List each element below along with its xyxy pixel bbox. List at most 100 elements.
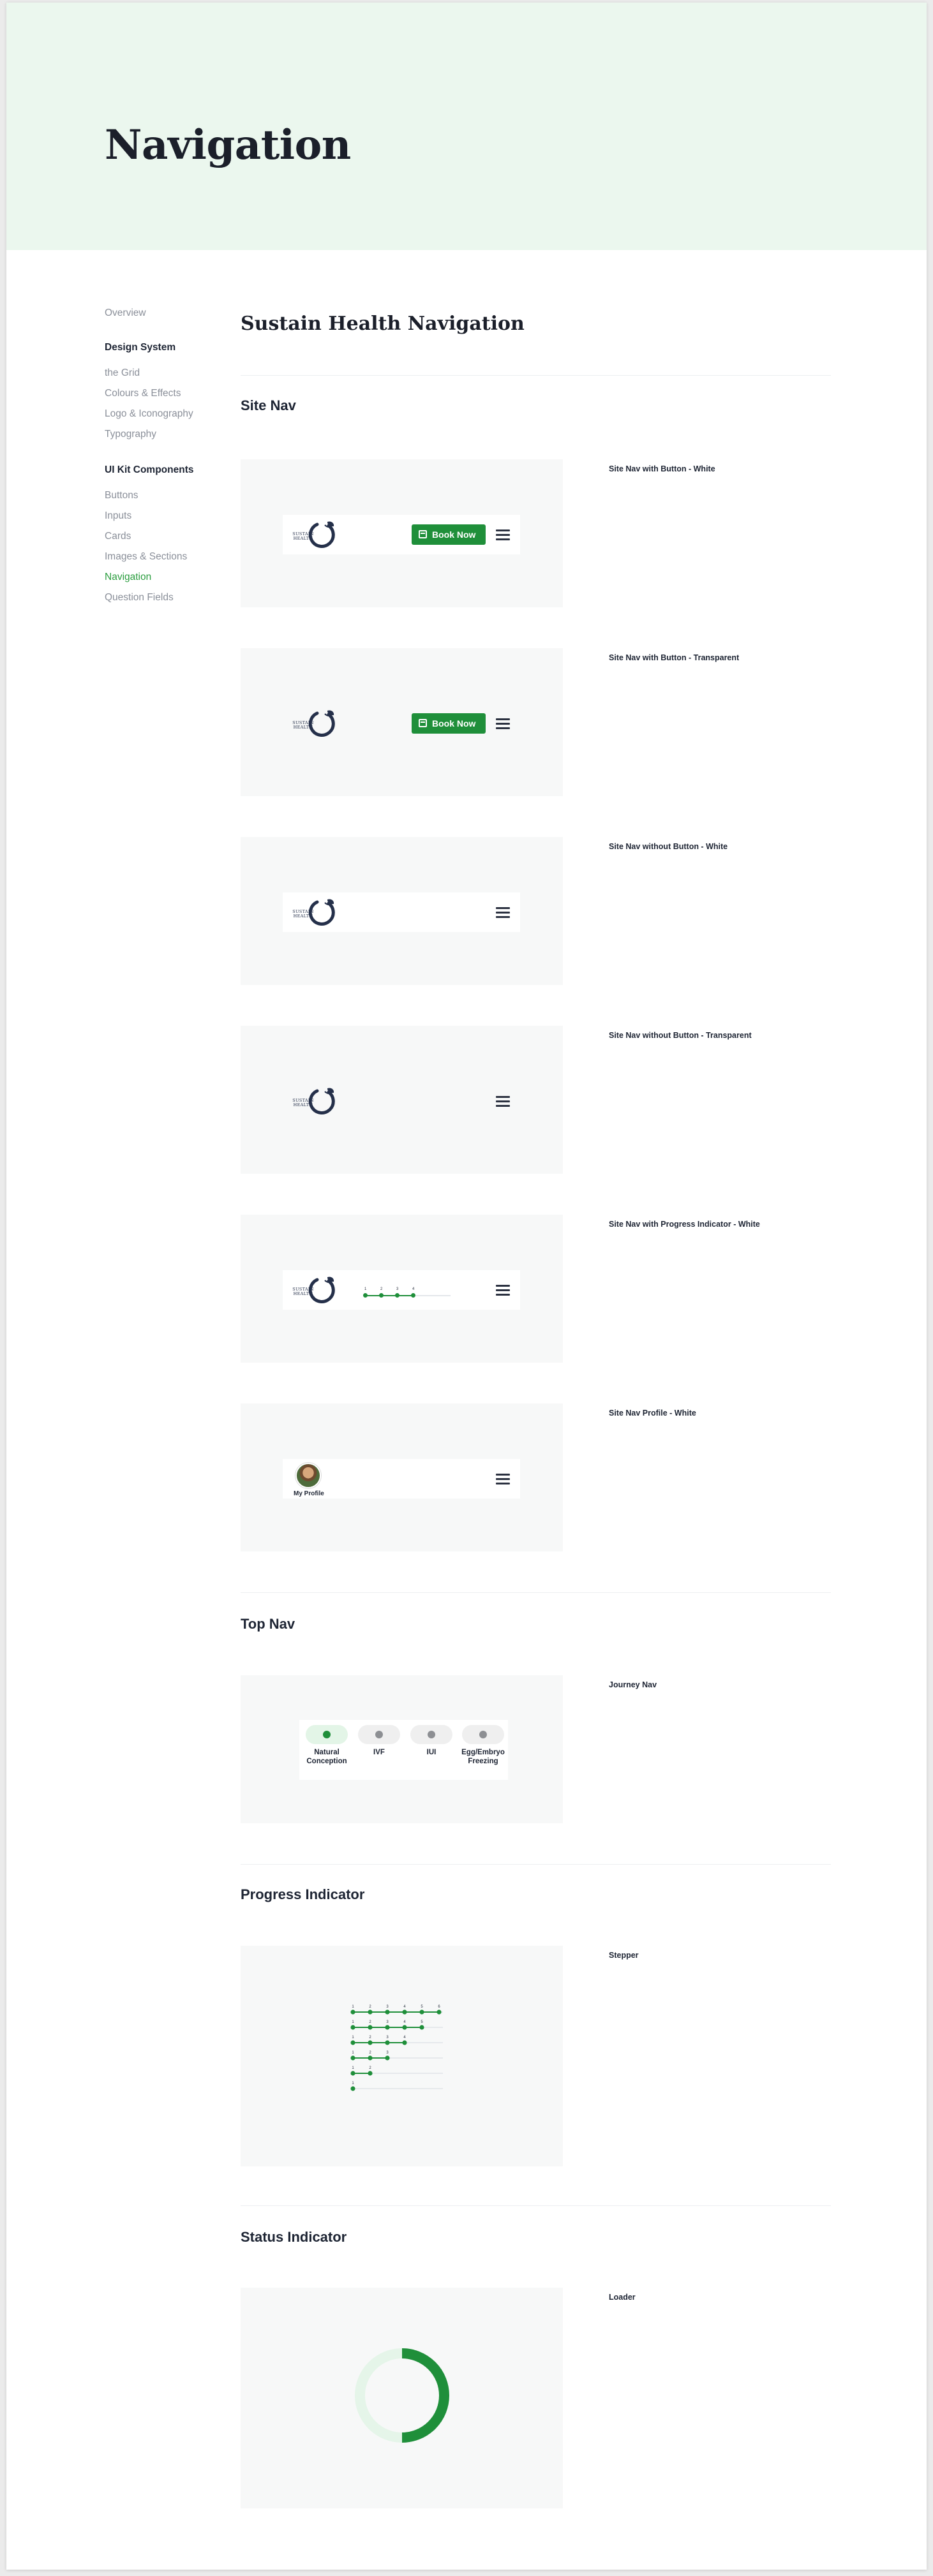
divider	[241, 1864, 831, 1865]
preview-loader	[241, 2288, 563, 2508]
variant-label: Site Nav Profile - White	[609, 1409, 696, 1418]
step-dot	[379, 1293, 384, 1298]
hero-banner: Navigation	[6, 3, 927, 250]
stepper-number: 5	[421, 2020, 423, 2024]
stepper-number: 1	[352, 2082, 354, 2085]
stepper-dot	[368, 2040, 373, 2045]
journey-pill[interactable]	[410, 1725, 452, 1744]
stepper-number: 4	[403, 2036, 406, 2039]
stepper-number: 1	[352, 2051, 354, 2055]
stepper-number: 3	[386, 2036, 389, 2039]
stepper-dot	[437, 2010, 442, 2015]
sustain-health-logo[interactable]: SUSTAIN HEALTH	[289, 1084, 340, 1118]
stepper-number: 6	[438, 2005, 440, 2009]
hamburger-menu-icon[interactable]	[496, 718, 510, 729]
site-nav-bar: SUSTAIN HEALTH	[283, 1081, 520, 1121]
hamburger-menu-icon[interactable]	[496, 907, 510, 918]
hamburger-menu-icon[interactable]	[496, 1284, 510, 1296]
sidebar-item-question-fields[interactable]: Question Fields	[105, 592, 174, 603]
sustain-health-logo[interactable]: SUSTAIN HEALTH	[289, 707, 340, 740]
section-title-status-indicator: Status Indicator	[241, 2229, 347, 2245]
stepper-number: 2	[369, 2020, 371, 2024]
stepper-dot	[368, 2071, 373, 2076]
stepper-svg: 1 2 3 4 5 6 1 2 3 4 5 1 2 3 4 1 2 3 1 2 1	[350, 2005, 443, 2091]
stepper-dot	[402, 2040, 407, 2045]
preview-site-nav-no-button-white: SUSTAIN HEALTH	[241, 837, 563, 985]
variant-label: Stepper	[609, 1951, 639, 1960]
content-title: Sustain Health Navigation	[241, 313, 525, 335]
profile-label[interactable]: My Profile	[294, 1490, 324, 1497]
stepper-number: 2	[369, 2066, 371, 2070]
stepper-number: 2	[369, 2005, 371, 2009]
stepper-dot	[368, 2025, 373, 2030]
stepper-number: 3	[386, 2051, 389, 2055]
radio-dot-icon	[479, 1731, 487, 1738]
variant-label: Site Nav without Button - Transparent	[609, 1031, 752, 1040]
preview-site-nav-progress-white: SUSTAIN HEALTH 1 2 3 4	[241, 1215, 563, 1363]
sidebar-item-colours[interactable]: Colours & Effects	[105, 388, 181, 399]
loader-arc	[401, 2348, 449, 2443]
preview-site-nav-button-transparent: SUSTAIN HEALTH Book Now	[241, 648, 563, 796]
variant-label: Site Nav with Button - White	[609, 464, 715, 473]
sustain-health-logo[interactable]: SUSTAIN HEALTH	[289, 1273, 340, 1307]
preview-site-nav-profile-white: My Profile	[241, 1403, 563, 1551]
preview-site-nav-no-button-transparent: SUSTAIN HEALTH	[241, 1026, 563, 1174]
stepper-number: 2	[369, 2036, 371, 2039]
sustain-health-logo[interactable]: SUSTAIN HEALTH	[289, 896, 340, 929]
stepper-number: 4	[403, 2020, 406, 2024]
stepper-number: 2	[369, 2051, 371, 2055]
stepper-number: 1	[352, 2066, 354, 2070]
stepper-number: 1	[352, 2020, 354, 2024]
page-title: Navigation	[105, 121, 351, 169]
preview-site-nav-button-white: SUSTAIN HEALTH Book Now	[241, 459, 563, 607]
hamburger-menu-icon[interactable]	[496, 1473, 510, 1484]
site-nav-bar: SUSTAIN HEALTH	[283, 892, 520, 932]
progress-track-filled	[365, 1295, 412, 1296]
sidebar-item-images-sections[interactable]: Images & Sections	[105, 551, 187, 563]
hamburger-menu-icon[interactable]	[496, 529, 510, 540]
stepper-dot	[350, 2025, 355, 2030]
section-title-progress-indicator: Progress Indicator	[241, 1886, 365, 1902]
sidebar-item-grid[interactable]: the Grid	[105, 367, 140, 379]
sidebar-item-logo[interactable]: Logo & Iconography	[105, 408, 193, 420]
stepper-dot	[385, 2055, 390, 2061]
sidebar-item-buttons[interactable]: Buttons	[105, 490, 138, 501]
site-nav-bar: SUSTAIN HEALTH Book Now	[283, 515, 520, 554]
sidebar-item-cards[interactable]: Cards	[105, 531, 131, 542]
step-number: 1	[364, 1287, 367, 1291]
sidebar-item-navigation[interactable]: Navigation	[105, 572, 151, 583]
avatar[interactable]	[295, 1463, 321, 1488]
journey-pill[interactable]	[306, 1725, 348, 1744]
site-nav-bar: SUSTAIN HEALTH 1 2 3 4	[283, 1270, 520, 1310]
variant-label: Site Nav with Progress Indicator - White	[609, 1220, 760, 1229]
progress-track-empty	[412, 1295, 451, 1296]
stepper-dot	[385, 2010, 390, 2015]
sustain-health-logo[interactable]: SUSTAIN HEALTH	[289, 518, 340, 551]
calendar-icon	[419, 530, 427, 538]
radio-dot-icon	[323, 1731, 331, 1738]
stepper-dot	[368, 2055, 373, 2061]
sidebar-item-typography[interactable]: Typography	[105, 429, 156, 440]
step-number: 3	[396, 1287, 399, 1291]
page: Navigation Overview Design System the Gr…	[6, 3, 927, 2570]
stepper-number: 5	[421, 2005, 423, 2009]
variant-label: Loader	[609, 2293, 636, 2302]
step-dot	[411, 1293, 415, 1298]
stepper-dot	[350, 2010, 355, 2015]
journey-pill[interactable]	[358, 1725, 400, 1744]
stepper-dot	[350, 2071, 355, 2076]
hamburger-menu-icon[interactable]	[496, 1095, 510, 1107]
stepper-dot	[402, 2010, 407, 2015]
stepper-dot	[419, 2010, 424, 2015]
stepper-dot	[385, 2040, 390, 2045]
journey-nav: Natural Conception IVF IUI Egg/Embryo Fr…	[299, 1720, 508, 1780]
book-now-button[interactable]: Book Now	[412, 713, 486, 734]
stepper-number: 4	[403, 2005, 406, 2009]
stepper-number: 3	[386, 2005, 389, 2009]
sidebar-item-overview[interactable]: Overview	[105, 307, 146, 319]
variant-label: Site Nav with Button - Transparent	[609, 653, 740, 662]
sidebar-item-inputs[interactable]: Inputs	[105, 510, 131, 522]
book-now-button[interactable]: Book Now	[412, 524, 486, 545]
divider	[241, 1592, 831, 1593]
journey-pill[interactable]	[462, 1725, 504, 1744]
